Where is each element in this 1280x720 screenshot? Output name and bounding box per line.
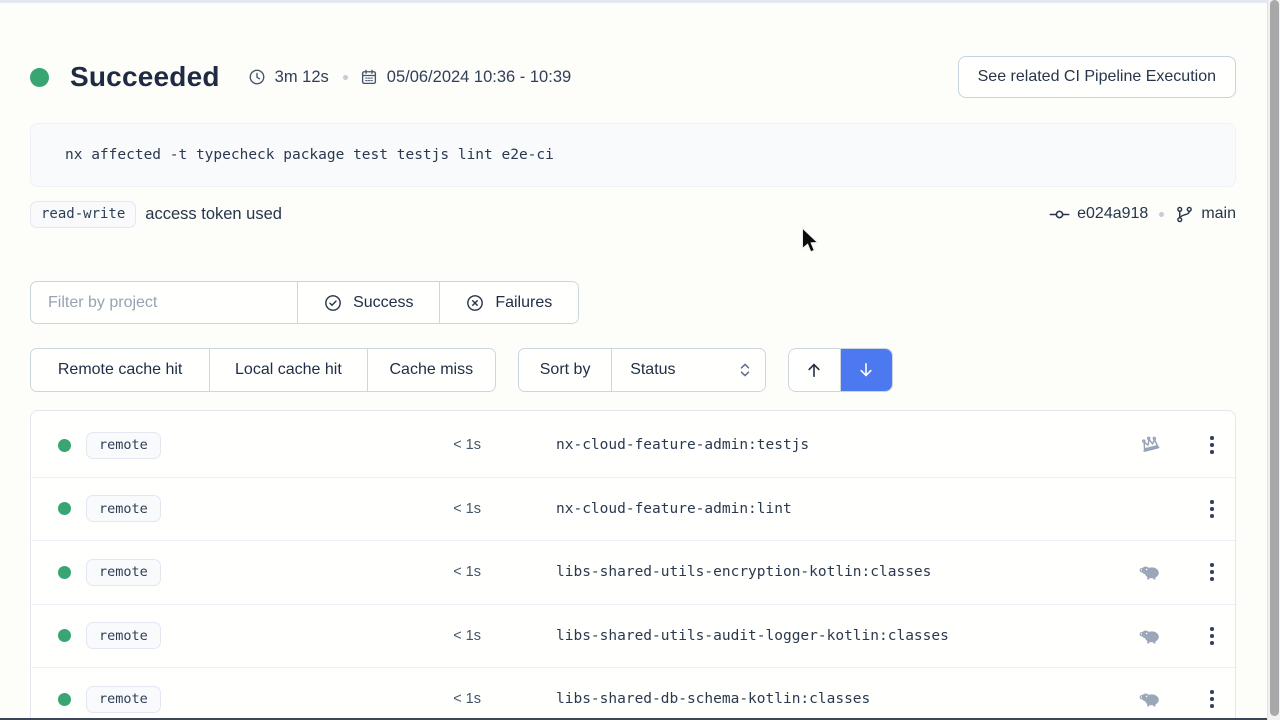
x-circle-icon — [465, 293, 485, 313]
commit-hash[interactable]: e024a918 — [1077, 205, 1148, 223]
separator-dot — [343, 75, 348, 80]
row-menu-button[interactable] — [1199, 428, 1225, 462]
task-row: remote < 1s libs-shared-utils-encryption… — [31, 541, 1235, 605]
sort-by-label: Sort by — [519, 349, 612, 391]
run-header: Succeeded 3m 12s 05/06/2024 10:36 - 10:3… — [30, 54, 1236, 100]
row-menu-button[interactable] — [1199, 492, 1225, 526]
command-box: nx affected -t typecheck package test te… — [30, 123, 1236, 187]
calendar-icon — [360, 68, 378, 86]
task-duration: < 1s — [421, 628, 481, 644]
task-status-dot — [58, 502, 71, 515]
arrow-down-icon — [856, 360, 876, 380]
task-name[interactable]: nx-cloud-feature-admin:testjs — [556, 437, 809, 453]
sort-field-value: Status — [630, 361, 675, 379]
task-name[interactable]: libs-shared-utils-audit-logger-kotlin:cl… — [556, 628, 949, 644]
gradle-logo-icon — [1138, 560, 1162, 584]
task-name[interactable]: nx-cloud-feature-admin:lint — [556, 501, 792, 517]
sort-ascending-button[interactable] — [789, 349, 841, 391]
task-row: remote < 1s nx-cloud-feature-admin:lint — [31, 478, 1235, 542]
run-date-range: 05/06/2024 10:36 - 10:39 — [387, 68, 571, 87]
task-duration: < 1s — [421, 437, 481, 453]
scrollbar-thumb[interactable] — [1270, 0, 1279, 716]
filter-bar: Success Failures — [30, 281, 579, 324]
check-circle-icon — [323, 293, 343, 313]
access-token-text: access token used — [145, 205, 282, 224]
cache-source-badge: remote — [86, 686, 161, 713]
task-row: remote < 1s libs-shared-db-schema-kotlin… — [31, 668, 1235, 720]
task-name[interactable]: libs-shared-utils-encryption-kotlin:clas… — [556, 564, 931, 580]
gradle-icon-slot — [1136, 624, 1164, 648]
cache-source-badge: remote — [86, 432, 161, 459]
row-menu-button[interactable] — [1199, 619, 1225, 653]
gradle-icon-slot — [1136, 687, 1164, 711]
filter-by-project-input[interactable] — [31, 282, 298, 323]
filter-success-button[interactable]: Success — [298, 282, 439, 323]
cache-source-badge: remote — [86, 622, 161, 649]
run-command: nx affected -t typecheck package test te… — [65, 147, 554, 163]
run-duration: 3m 12s — [275, 68, 329, 87]
filter-success-label: Success — [353, 294, 413, 312]
task-status-dot — [58, 566, 71, 579]
gradle-logo-icon — [1138, 624, 1162, 648]
chevron-up-down-icon — [737, 361, 753, 379]
sort-control: Sort by Status — [518, 348, 766, 392]
run-status-dot — [30, 68, 49, 87]
jest-icon-slot — [1136, 434, 1164, 457]
commit-icon — [1049, 204, 1070, 225]
run-meta: e024a918 main — [1049, 204, 1236, 225]
task-duration: < 1s — [421, 501, 481, 517]
filter-failures-label: Failures — [495, 294, 552, 312]
task-duration: < 1s — [421, 564, 481, 580]
cache-source-badge: remote — [86, 495, 161, 522]
remote-cache-hit-button[interactable]: Remote cache hit — [31, 349, 210, 391]
mouse-cursor — [800, 227, 826, 255]
task-name[interactable]: libs-shared-db-schema-kotlin:classes — [556, 691, 870, 707]
row-menu-button[interactable] — [1199, 682, 1225, 716]
filter-failures-button[interactable]: Failures — [440, 282, 578, 323]
task-status-dot — [58, 693, 71, 706]
jest-logo-icon — [1139, 434, 1162, 457]
sort-descending-button[interactable] — [841, 349, 893, 391]
local-cache-hit-button[interactable]: Local cache hit — [210, 349, 367, 391]
sort-direction-control — [788, 348, 893, 392]
token-row: read-write access token used e024a918 ma… — [30, 199, 1236, 229]
task-list: remote < 1s nx-cloud-feature-admin:testj… — [30, 410, 1236, 720]
task-duration: < 1s — [421, 691, 481, 707]
access-token-badge: read-write — [30, 201, 136, 228]
run-detail-page: Succeeded 3m 12s 05/06/2024 10:36 - 10:3… — [0, 0, 1280, 720]
task-status-dot — [58, 629, 71, 642]
top-border — [0, 0, 1280, 3]
branch-name[interactable]: main — [1201, 205, 1236, 223]
clock-icon — [248, 68, 266, 86]
arrow-up-icon — [804, 360, 824, 380]
page-title: Succeeded — [70, 61, 220, 93]
task-row: remote < 1s libs-shared-utils-audit-logg… — [31, 605, 1235, 669]
separator-dot — [1159, 212, 1164, 217]
task-row: remote < 1s nx-cloud-feature-admin:testj… — [31, 414, 1235, 478]
git-branch-icon — [1175, 205, 1194, 224]
see-related-ci-pipeline-button[interactable]: See related CI Pipeline Execution — [958, 56, 1236, 98]
row-menu-button[interactable] — [1199, 555, 1225, 589]
scrollbar[interactable] — [1267, 0, 1280, 720]
gradle-logo-icon — [1138, 687, 1162, 711]
task-status-dot — [58, 439, 71, 452]
cache-source-badge: remote — [86, 559, 161, 586]
cache-filter-bar: Remote cache hit Local cache hit Cache m… — [30, 348, 496, 392]
sort-field-select[interactable]: Status — [612, 349, 765, 391]
cache-miss-button[interactable]: Cache miss — [368, 349, 495, 391]
gradle-icon-slot — [1136, 560, 1164, 584]
